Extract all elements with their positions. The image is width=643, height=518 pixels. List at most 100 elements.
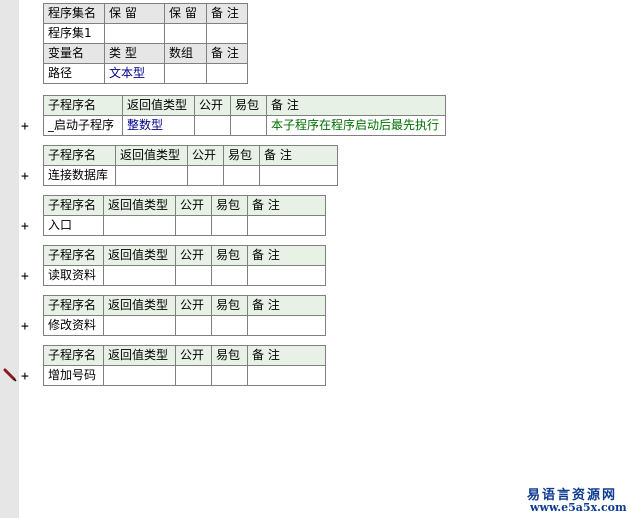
- subprogram-row[interactable]: 增加号码: [43, 365, 326, 386]
- easy-pkg-cell[interactable]: [211, 215, 248, 236]
- easy-pkg-cell[interactable]: [230, 115, 267, 136]
- subprogram-header-row: 子程序名 返回值类型 公开 易包 备 注: [43, 295, 326, 316]
- note-cell[interactable]: [247, 215, 326, 236]
- return-type-cell[interactable]: [103, 365, 176, 386]
- subprogram-name-cell[interactable]: 连接数据库: [43, 165, 116, 186]
- variable-name-cell[interactable]: 路径: [43, 63, 105, 84]
- header-cell: 子程序名: [43, 95, 123, 116]
- header-cell: 易包: [223, 145, 260, 166]
- reserved-cell[interactable]: [164, 23, 207, 44]
- easy-pkg-cell[interactable]: [211, 265, 248, 286]
- header-cell: 备 注: [259, 145, 338, 166]
- return-type-cell[interactable]: [103, 265, 176, 286]
- subprogram-table: 子程序名 返回值类型 公开 易包 备 注 读取资料: [43, 245, 326, 286]
- note-cell[interactable]: [206, 63, 248, 84]
- watermark: 易语言资源网 www.e5a5x.com: [527, 484, 639, 514]
- line-gutter: [0, 0, 19, 518]
- subprogram-row[interactable]: _启动子程序 整数型 本子程序在程序启动后最先执行: [43, 115, 446, 136]
- header-cell: 子程序名: [43, 295, 104, 316]
- return-type-cell[interactable]: [103, 215, 176, 236]
- public-cell[interactable]: [175, 315, 212, 336]
- subprogram-header-row: 子程序名 返回值类型 公开 易包 备 注: [43, 145, 338, 166]
- header-cell: 类 型: [104, 43, 165, 64]
- header-cell: 备 注: [247, 295, 326, 316]
- return-type-cell[interactable]: [103, 315, 176, 336]
- header-cell: 保 留: [104, 3, 165, 24]
- public-cell[interactable]: [187, 165, 224, 186]
- subprogram-table: 子程序名 返回值类型 公开 易包 备 注 入口: [43, 195, 326, 236]
- subprogram-header-row: 子程序名 返回值类型 公开 易包 备 注: [43, 245, 326, 266]
- header-cell: 备 注: [266, 95, 446, 116]
- array-cell[interactable]: [164, 63, 207, 84]
- header-cell: 易包: [211, 295, 248, 316]
- header-cell: 子程序名: [43, 195, 104, 216]
- subprogram-row[interactable]: 连接数据库: [43, 165, 338, 186]
- header-cell: 子程序名: [43, 145, 116, 166]
- subprogram-name-cell[interactable]: 修改资料: [43, 315, 104, 336]
- header-cell: 返回值类型: [115, 145, 188, 166]
- subprogram-name-cell[interactable]: _启动子程序: [43, 115, 123, 136]
- subprogram-row[interactable]: 读取资料: [43, 265, 326, 286]
- header-cell: 返回值类型: [103, 345, 176, 366]
- return-type-cell[interactable]: 整数型: [122, 115, 195, 136]
- pencil-icon: [3, 368, 17, 382]
- variable-header-row: 变量名 类 型 数组 备 注: [43, 43, 248, 64]
- subprogram-row[interactable]: 入口: [43, 215, 326, 236]
- public-cell[interactable]: [175, 265, 212, 286]
- public-cell[interactable]: [175, 365, 212, 386]
- variable-type-cell[interactable]: 文本型: [104, 63, 165, 84]
- return-type-cell[interactable]: [115, 165, 188, 186]
- subprogram-name-cell[interactable]: 读取资料: [43, 265, 104, 286]
- variable-row[interactable]: 路径 文本型: [43, 63, 248, 84]
- header-cell: 程序集名: [43, 3, 105, 24]
- subprogram-header-row: 子程序名 返回值类型 公开 易包 备 注: [43, 345, 326, 366]
- note-cell[interactable]: [206, 23, 248, 44]
- header-cell: 公开: [175, 295, 212, 316]
- subprogram-name-cell[interactable]: 增加号码: [43, 365, 104, 386]
- assembly-name-cell[interactable]: 程序集1: [43, 23, 105, 44]
- assembly-row[interactable]: 程序集1: [43, 23, 248, 44]
- expand-toggle[interactable]: +: [21, 370, 29, 383]
- subprogram-table: 子程序名 返回值类型 公开 易包 备 注 修改资料: [43, 295, 326, 336]
- subprogram-name-cell[interactable]: 入口: [43, 215, 104, 236]
- header-cell: 变量名: [43, 43, 105, 64]
- note-cell[interactable]: 本子程序在程序启动后最先执行: [266, 115, 446, 136]
- subprogram-table: 子程序名 返回值类型 公开 易包 备 注 增加号码: [43, 345, 326, 386]
- public-cell[interactable]: [194, 115, 231, 136]
- header-cell: 返回值类型: [122, 95, 195, 116]
- watermark-url: www.e5a5x.com: [530, 501, 627, 514]
- subprogram-table: 子程序名 返回值类型 公开 易包 备 注 _启动子程序 整数型 本子程序在程序启…: [43, 95, 446, 136]
- subprogram-header-row: 子程序名 返回值类型 公开 易包 备 注: [43, 95, 446, 116]
- expand-toggle[interactable]: +: [21, 270, 29, 283]
- header-cell: 易包: [230, 95, 267, 116]
- subprogram-header-row: 子程序名 返回值类型 公开 易包 备 注: [43, 195, 326, 216]
- easy-pkg-cell[interactable]: [211, 315, 248, 336]
- note-cell[interactable]: [247, 315, 326, 336]
- expand-toggle[interactable]: +: [21, 170, 29, 183]
- header-cell: 易包: [211, 195, 248, 216]
- note-cell[interactable]: [259, 165, 338, 186]
- header-cell: 易包: [211, 345, 248, 366]
- easy-pkg-cell[interactable]: [223, 165, 260, 186]
- header-cell: 保 留: [164, 3, 207, 24]
- expand-toggle[interactable]: +: [21, 220, 29, 233]
- public-cell[interactable]: [175, 215, 212, 236]
- header-cell: 公开: [175, 345, 212, 366]
- header-cell: 公开: [194, 95, 231, 116]
- header-cell: 返回值类型: [103, 195, 176, 216]
- note-cell[interactable]: [247, 365, 326, 386]
- header-cell: 子程序名: [43, 245, 104, 266]
- header-cell: 公开: [187, 145, 224, 166]
- expand-toggle[interactable]: +: [21, 120, 29, 133]
- header-cell: 子程序名: [43, 345, 104, 366]
- note-cell[interactable]: [247, 265, 326, 286]
- header-cell: 备 注: [247, 195, 326, 216]
- easy-pkg-cell[interactable]: [211, 365, 248, 386]
- header-cell: 数组: [164, 43, 207, 64]
- subprogram-row[interactable]: 修改资料: [43, 315, 326, 336]
- header-cell: 备 注: [247, 245, 326, 266]
- assembly-header-row: 程序集名 保 留 保 留 备 注: [43, 3, 248, 24]
- expand-toggle[interactable]: +: [21, 320, 29, 333]
- header-cell: 返回值类型: [103, 295, 176, 316]
- reserved-cell[interactable]: [104, 23, 165, 44]
